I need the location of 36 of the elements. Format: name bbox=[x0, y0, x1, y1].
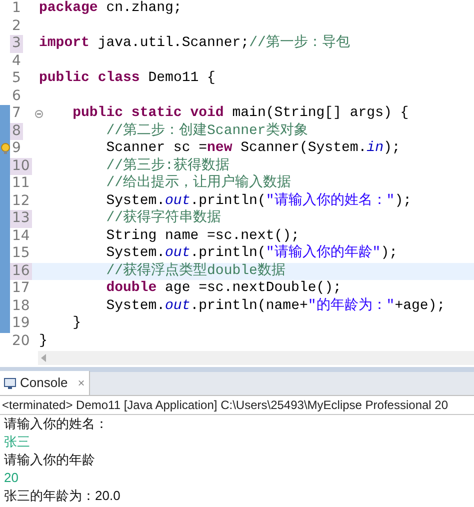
code-line: } bbox=[39, 332, 48, 350]
lightbulb-icon[interactable] bbox=[1, 143, 10, 154]
collapse-icon[interactable] bbox=[35, 110, 43, 118]
code-line: //第二步：创建Scanner类对象 bbox=[105, 122, 308, 140]
horizontal-scrollbar[interactable] bbox=[38, 351, 474, 365]
code-line: public static void main(String[] args) { bbox=[72, 105, 409, 122]
monitor-icon bbox=[4, 378, 16, 388]
code-line: import java.util.Scanner;//第一步：导包 bbox=[39, 35, 350, 52]
line-number: 13 bbox=[10, 210, 32, 228]
console-status: <terminated> Demo11 [Java Application] C:\Users\25493\MyEclipse Professional 20 bbox=[1, 397, 448, 414]
code-line: package cn.zhang; bbox=[39, 0, 182, 18]
tab-label: Console bbox=[20, 374, 68, 392]
code-line: public class Demo11 { bbox=[39, 70, 216, 88]
code-line: System.out.println("请输入你的姓名："); bbox=[105, 192, 412, 209]
line-number: 3 bbox=[10, 35, 23, 52]
close-button[interactable]: × bbox=[78, 374, 85, 392]
line-number: 16 bbox=[10, 262, 32, 280]
code-line: System.out.println("请输入你的年龄"); bbox=[105, 245, 398, 262]
code-line: String name =sc.next(); bbox=[105, 228, 300, 244]
line-number: 10 bbox=[10, 158, 32, 175]
code-line: } bbox=[72, 315, 82, 332]
code-line: Scanner sc =new Scanner(System.in); bbox=[105, 140, 400, 158]
code-line: double age =sc.nextDouble(); bbox=[105, 280, 342, 298]
scroll-left-icon[interactable] bbox=[41, 354, 47, 362]
code-line: //给出提示，让用户输入数据 bbox=[105, 175, 292, 192]
code-line: //获得浮点类型double数据 bbox=[105, 262, 286, 280]
code-line: //第三步:获得数据 bbox=[105, 158, 230, 174]
user-input-text: 张三 bbox=[4, 433, 30, 451]
code-line: System.out.println(name+"的年龄为："+age); bbox=[105, 298, 446, 315]
output-text: 请输入你的姓名： bbox=[4, 415, 108, 433]
line-number: 8 bbox=[10, 122, 23, 140]
code-line: //获得字符串数据 bbox=[105, 210, 222, 228]
console-tab[interactable]: Console × bbox=[0, 371, 90, 395]
output-text: 请输入你的年龄 bbox=[4, 451, 95, 469]
user-input-text: 20 bbox=[4, 469, 18, 487]
output-text: 张三的年龄为：20.0 bbox=[4, 487, 120, 505]
